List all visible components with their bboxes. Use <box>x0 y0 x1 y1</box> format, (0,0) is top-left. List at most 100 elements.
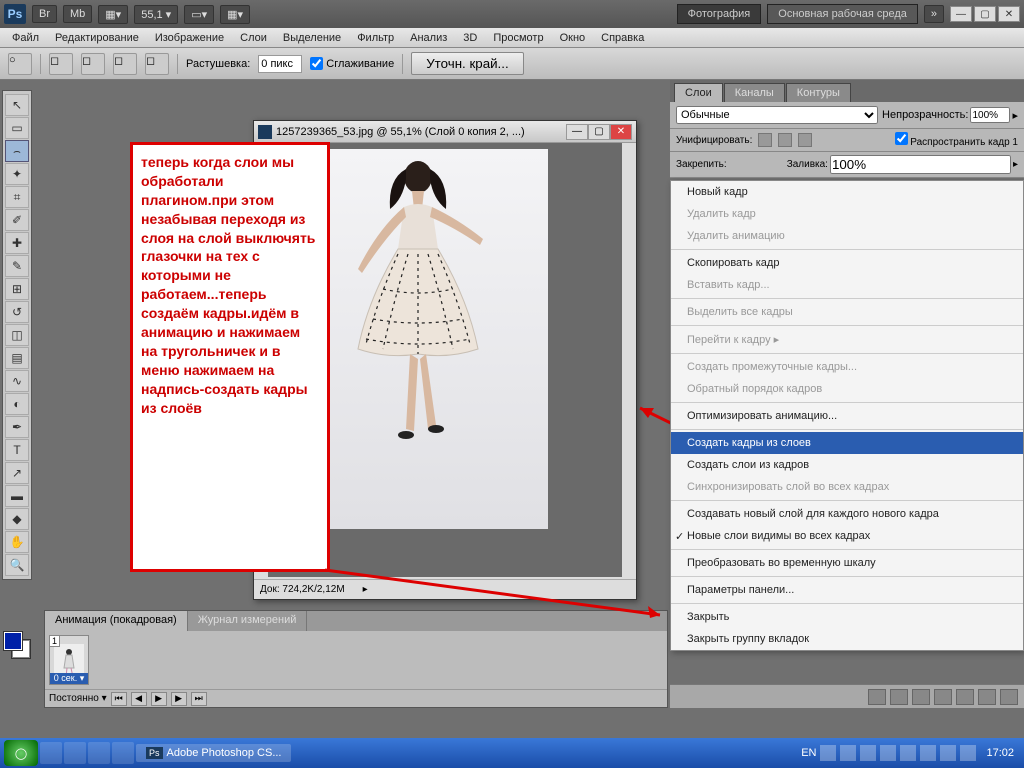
layer-style-icon[interactable] <box>890 689 908 705</box>
unify-position-icon[interactable] <box>758 133 772 147</box>
quicklaunch-icon[interactable] <box>40 742 62 764</box>
menu-edit[interactable]: Редактирование <box>47 32 147 44</box>
start-button[interactable]: ◯ <box>4 740 38 766</box>
type-tool[interactable]: T <box>5 439 29 461</box>
close-button[interactable]: ✕ <box>998 6 1020 22</box>
adjustment-layer-icon[interactable] <box>934 689 952 705</box>
zoom-level[interactable]: 55,1 ▾ <box>134 5 178 24</box>
canvas[interactable] <box>328 149 548 529</box>
menu-item[interactable]: Скопировать кадр <box>671 252 1023 274</box>
selection-new-icon[interactable]: ◻ <box>49 53 73 75</box>
shape-tool[interactable]: ▬ <box>5 485 29 507</box>
taskbar-app-button[interactable]: Ps Adobe Photoshop CS... <box>136 744 291 762</box>
view-extras-button[interactable]: ▭▾ <box>184 5 214 24</box>
opacity-input[interactable] <box>970 107 1010 123</box>
menu-item[interactable]: Параметры панели... <box>671 579 1023 601</box>
menu-help[interactable]: Справка <box>593 32 652 44</box>
move-tool[interactable]: ↖ <box>5 94 29 116</box>
tray-icon[interactable] <box>900 745 916 761</box>
selection-add-icon[interactable]: ◻ <box>81 53 105 75</box>
stamp-tool[interactable]: ⊞ <box>5 278 29 300</box>
workspace-essentials-button[interactable]: Основная рабочая среда <box>767 4 918 24</box>
clock[interactable]: 17:02 <box>980 747 1020 759</box>
doc-minimize-button[interactable]: — <box>566 124 588 140</box>
menu-3d[interactable]: 3D <box>455 32 485 44</box>
delete-layer-icon[interactable] <box>1000 689 1018 705</box>
selection-subtract-icon[interactable]: ◻ <box>113 53 137 75</box>
menu-view[interactable]: Просмотр <box>485 32 551 44</box>
tray-icon[interactable] <box>960 745 976 761</box>
foreground-color[interactable] <box>4 632 22 650</box>
screen-mode-button[interactable]: ▦▾ <box>98 5 128 24</box>
feather-input[interactable] <box>258 55 302 73</box>
animation-frame[interactable]: 1 0 сек. ▾ <box>49 635 89 685</box>
unify-style-icon[interactable] <box>798 133 812 147</box>
unify-visibility-icon[interactable] <box>778 133 792 147</box>
pen-tool[interactable]: ✒ <box>5 416 29 438</box>
workspace-photo-button[interactable]: Фотография <box>677 4 762 24</box>
frame-delay[interactable]: 0 сек. ▾ <box>50 673 88 684</box>
hand-tool[interactable]: ✋ <box>5 531 29 553</box>
prev-frame-button[interactable]: ◀ <box>131 692 147 706</box>
menu-item[interactable]: Создать кадры из слоев <box>671 432 1023 454</box>
tray-icon[interactable] <box>940 745 956 761</box>
quicklaunch-icon[interactable] <box>112 742 134 764</box>
history-brush-tool[interactable]: ↺ <box>5 301 29 323</box>
antialias-checkbox[interactable]: Сглаживание <box>310 57 394 70</box>
document-titlebar[interactable]: 1257239365_53.jpg @ 55,1% (Слой 0 копия … <box>254 121 636 143</box>
selection-intersect-icon[interactable]: ◻ <box>145 53 169 75</box>
blend-mode-select[interactable]: Обычные <box>676 106 878 124</box>
tray-icon[interactable] <box>920 745 936 761</box>
refine-edge-button[interactable]: Уточн. край... <box>411 52 523 75</box>
bridge-button[interactable]: Br <box>32 5 57 23</box>
tab-paths[interactable]: Контуры <box>786 83 851 102</box>
wand-tool[interactable]: ✦ <box>5 163 29 185</box>
new-layer-icon[interactable] <box>978 689 996 705</box>
first-frame-button[interactable]: ⏮ <box>111 692 127 706</box>
menu-item[interactable]: Новый кадр <box>671 181 1023 203</box>
menu-analysis[interactable]: Анализ <box>402 32 455 44</box>
eyedropper-tool[interactable]: ✐ <box>5 209 29 231</box>
workspace-more-button[interactable]: » <box>924 5 944 23</box>
layer-group-icon[interactable] <box>956 689 974 705</box>
quicklaunch-icon[interactable] <box>64 742 86 764</box>
eraser-tool[interactable]: ◫ <box>5 324 29 346</box>
lasso-tool[interactable]: ⌢ <box>5 140 29 162</box>
tab-animation[interactable]: Анимация (покадровая) <box>45 611 188 631</box>
tab-channels[interactable]: Каналы <box>724 83 785 102</box>
menu-select[interactable]: Выделение <box>275 32 349 44</box>
last-frame-button[interactable]: ⏭ <box>191 692 207 706</box>
zoom-tool[interactable]: 🔍 <box>5 554 29 576</box>
menu-item[interactable]: Преобразовать во временную шкалу <box>671 552 1023 574</box>
maximize-button[interactable]: ▢ <box>974 6 996 22</box>
menu-item[interactable]: Создавать новый слой для каждого нового … <box>671 503 1023 525</box>
lasso-tool-icon[interactable]: ○ <box>8 53 32 75</box>
3d-tool[interactable]: ◆ <box>5 508 29 530</box>
tab-layers[interactable]: Слои <box>674 83 723 102</box>
minimize-button[interactable]: — <box>950 6 972 22</box>
propagate-checkbox[interactable]: Распространить кадр 1 <box>895 132 1019 148</box>
arrange-button[interactable]: ▦▾ <box>220 5 250 24</box>
doc-close-button[interactable]: ✕ <box>610 124 632 140</box>
tab-measurement-log[interactable]: Журнал измерений <box>188 611 308 631</box>
crop-tool[interactable]: ⌗ <box>5 186 29 208</box>
doc-maximize-button[interactable]: ▢ <box>588 124 610 140</box>
menu-item[interactable]: Новые слои видимы во всех кадрах <box>671 525 1023 547</box>
chevron-right-icon[interactable]: ▸ <box>1013 159 1018 170</box>
menu-window[interactable]: Окно <box>552 32 594 44</box>
link-layers-icon[interactable] <box>868 689 886 705</box>
tray-icon[interactable] <box>860 745 876 761</box>
minibridge-button[interactable]: Mb <box>63 5 92 23</box>
dodge-tool[interactable]: ◐ <box>5 393 29 415</box>
menu-filter[interactable]: Фильтр <box>349 32 402 44</box>
menu-file[interactable]: Файл <box>4 32 47 44</box>
language-indicator[interactable]: EN <box>801 747 816 759</box>
quicklaunch-icon[interactable] <box>88 742 110 764</box>
tray-icon[interactable] <box>820 745 836 761</box>
path-tool[interactable]: ↗ <box>5 462 29 484</box>
marquee-tool[interactable]: ▭ <box>5 117 29 139</box>
menu-item[interactable]: Закрыть группу вкладок <box>671 628 1023 650</box>
chevron-right-icon[interactable]: ▸ <box>1012 109 1018 122</box>
next-frame-button[interactable]: ▶ <box>171 692 187 706</box>
fill-input[interactable] <box>830 155 1011 174</box>
